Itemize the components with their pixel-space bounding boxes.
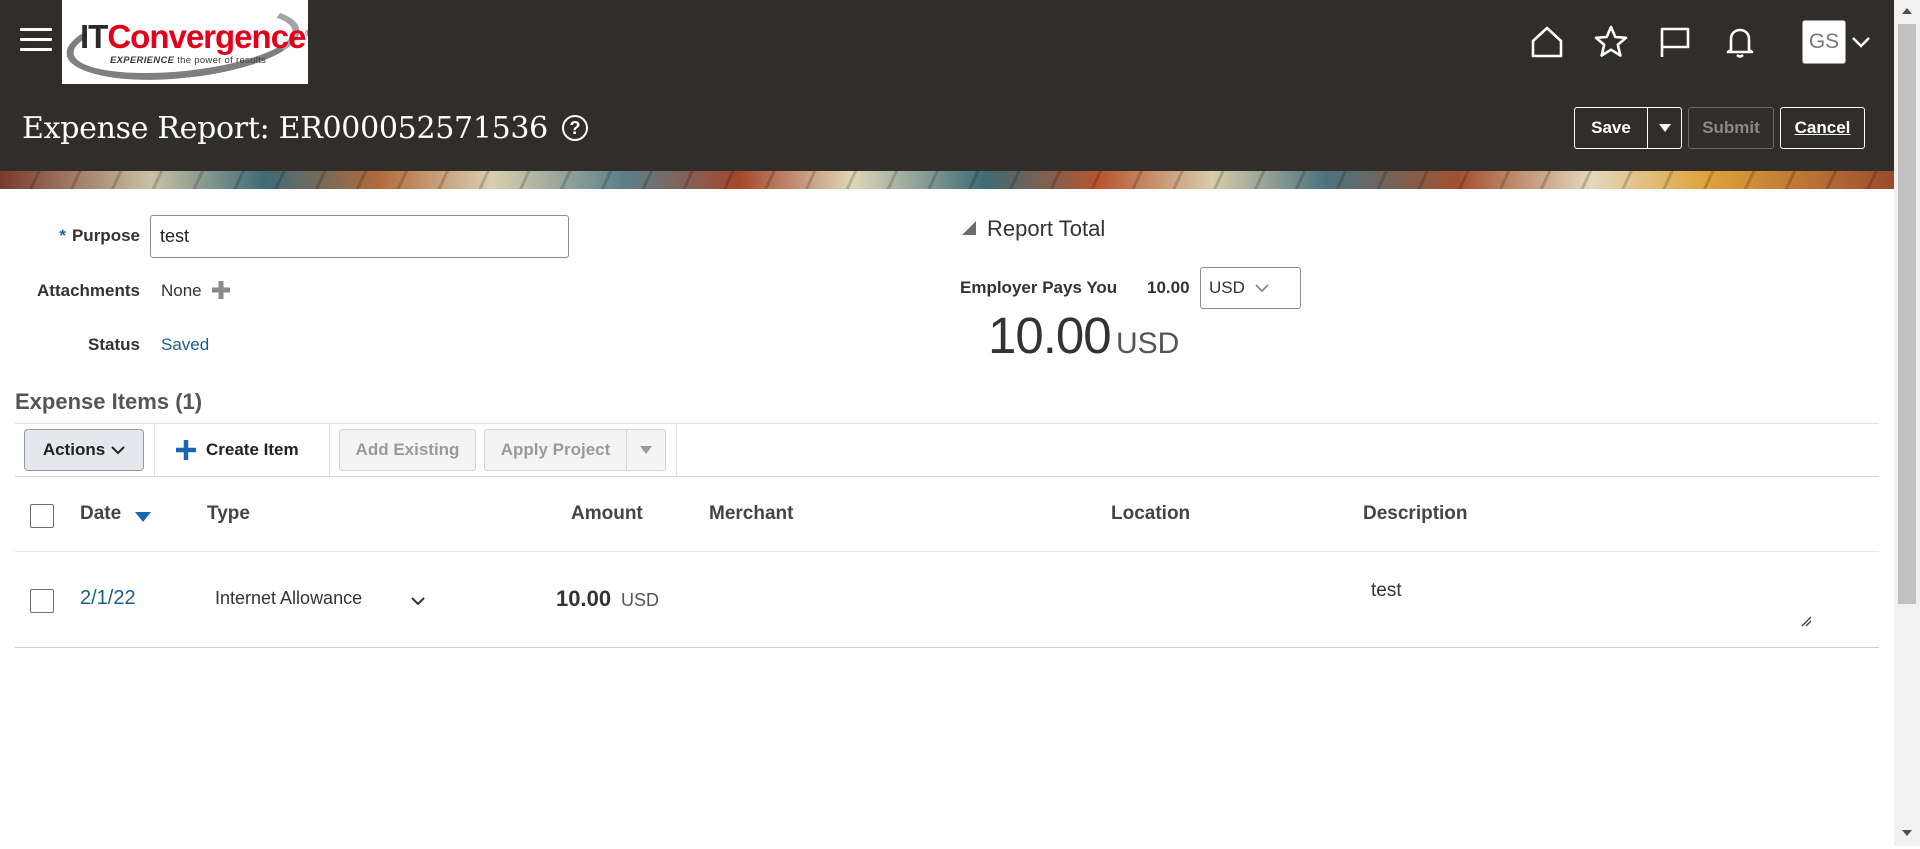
report-total-currency: USD bbox=[1116, 327, 1180, 360]
sort-descending-icon[interactable] bbox=[134, 510, 152, 522]
chevron-down-icon[interactable] bbox=[410, 594, 426, 606]
toolbar-separator bbox=[329, 424, 330, 476]
purpose-input[interactable] bbox=[150, 215, 569, 258]
add-attachment-plus-icon[interactable] bbox=[211, 280, 231, 300]
column-header-amount[interactable]: Amount bbox=[571, 503, 643, 525]
plus-icon bbox=[176, 440, 196, 460]
currency-select[interactable]: USD bbox=[1200, 267, 1301, 309]
caret-down-icon bbox=[640, 446, 652, 454]
home-icon[interactable] bbox=[1527, 22, 1567, 62]
toolbar-separator bbox=[676, 424, 677, 476]
save-options-button[interactable] bbox=[1647, 107, 1682, 149]
page-title-row: Expense Report: ER000052571536 ? bbox=[22, 106, 588, 150]
column-header-description[interactable]: Description bbox=[1363, 503, 1468, 525]
decorative-banner bbox=[0, 171, 1894, 189]
save-button[interactable]: Save bbox=[1574, 107, 1648, 149]
currency-select-value: USD bbox=[1209, 278, 1245, 297]
chevron-down-icon[interactable] bbox=[1850, 34, 1872, 50]
resize-grip-icon[interactable] bbox=[1800, 614, 1812, 627]
company-logo[interactable]: ITConvergence® EXPERIENCE the power of r… bbox=[62, 0, 308, 84]
employer-pays-amount: 10.00 bbox=[1147, 278, 1190, 297]
toolbar-divider bbox=[15, 476, 1879, 477]
column-header-type[interactable]: Type bbox=[207, 503, 250, 525]
row-description-textarea[interactable]: test bbox=[1371, 580, 1402, 602]
attachments-label: Attachments bbox=[37, 281, 140, 300]
row-date-link[interactable]: 2/1/22 bbox=[80, 587, 136, 610]
favorites-star-icon[interactable] bbox=[1591, 22, 1631, 62]
employer-pays-label: Employer Pays You bbox=[960, 278, 1118, 297]
scroll-up-arrow-icon[interactable] bbox=[1894, 0, 1920, 22]
purpose-label: * Purpose bbox=[59, 226, 140, 245]
chevron-down-icon bbox=[1255, 284, 1269, 293]
attachments-value: None bbox=[161, 281, 202, 300]
select-all-checkbox[interactable] bbox=[30, 504, 54, 528]
submit-button[interactable]: Submit bbox=[1688, 107, 1774, 149]
column-header-date[interactable]: Date bbox=[80, 503, 121, 525]
table-row-divider bbox=[15, 647, 1879, 648]
status-value: Saved bbox=[161, 335, 210, 354]
add-existing-button[interactable]: Add Existing bbox=[339, 429, 476, 471]
page-title: Expense Report: ER000052571536 bbox=[22, 110, 548, 146]
caret-down-icon bbox=[1658, 124, 1671, 132]
create-item-button[interactable]: Create Item bbox=[176, 432, 299, 468]
column-header-location[interactable]: Location bbox=[1111, 503, 1190, 525]
row-type-select[interactable]: Internet Allowance bbox=[215, 588, 362, 609]
notifications-bell-icon[interactable] bbox=[1720, 22, 1760, 62]
expense-items-heading: Expense Items (1) bbox=[15, 389, 203, 414]
report-total-amount: 10.00 bbox=[988, 307, 1112, 364]
cancel-button[interactable]: Cancel bbox=[1780, 107, 1865, 149]
toolbar-separator bbox=[154, 424, 155, 476]
scrollbar-thumb[interactable] bbox=[1898, 24, 1916, 604]
report-total-heading: Report Total bbox=[987, 216, 1106, 241]
help-icon[interactable]: ? bbox=[561, 115, 588, 141]
toolbar-divider bbox=[15, 423, 1879, 424]
apply-project-menu-button[interactable] bbox=[626, 429, 666, 471]
column-header-merchant[interactable]: Merchant bbox=[709, 503, 793, 525]
required-marker: * bbox=[59, 226, 66, 245]
flag-icon[interactable] bbox=[1655, 22, 1695, 62]
scroll-down-arrow-icon[interactable] bbox=[1894, 822, 1920, 844]
chevron-down-icon bbox=[111, 446, 125, 455]
status-label: Status bbox=[88, 335, 140, 354]
actions-menu-button[interactable]: Actions bbox=[24, 429, 144, 471]
row-amount-currency: USD bbox=[621, 590, 660, 610]
user-avatar[interactable]: GS bbox=[1802, 20, 1846, 64]
row-select-checkbox[interactable] bbox=[30, 589, 54, 613]
apply-project-button[interactable]: Apply Project bbox=[484, 429, 626, 471]
row-amount: 10.00 bbox=[556, 586, 612, 611]
navigator-menu-icon[interactable] bbox=[20, 28, 52, 56]
collapse-triangle-icon[interactable] bbox=[961, 220, 977, 236]
